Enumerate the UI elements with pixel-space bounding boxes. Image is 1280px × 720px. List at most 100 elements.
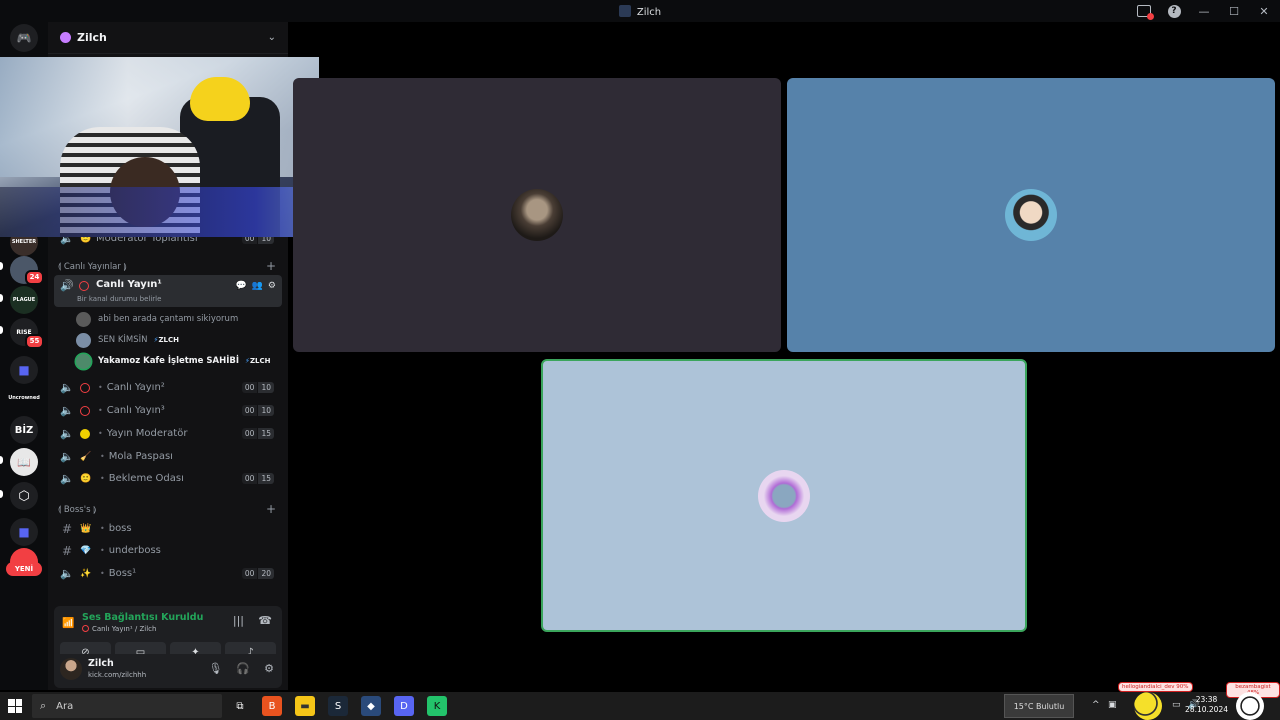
voice-channel[interactable]: 🔈 ✨ • Boss¹ 00 20	[54, 563, 282, 584]
speaker-icon: 🔈	[60, 381, 74, 394]
broom-icon: 🧹	[80, 451, 92, 462]
add-channel-icon[interactable]: +	[266, 259, 276, 273]
gear-icon[interactable]: ⚙	[264, 662, 274, 675]
voice-user-name: Yakamoz Kafe İşletme SAHİBİ	[98, 356, 240, 366]
tray-chevron-icon[interactable]: ^	[1092, 700, 1100, 710]
ball-icon	[1236, 692, 1264, 720]
app-window: Zilch ? — ☐ ✕ 🎮 SHELTER 24 PLAGUE RISE 5…	[0, 0, 1280, 720]
voice-status-subtitle[interactable]: Canlı Yayın¹ / Zilch	[82, 625, 156, 633]
app-icon[interactable]: ◆	[361, 696, 381, 716]
search-icon: ⌕	[40, 699, 47, 712]
server-header[interactable]: Zilch ⌄	[48, 22, 288, 54]
discord-icon[interactable]: D	[394, 696, 414, 716]
help-icon[interactable]: ?	[1166, 3, 1182, 19]
server-book[interactable]: 📖	[10, 448, 38, 476]
network-icon[interactable]: ▭	[1172, 700, 1181, 710]
chevron-down-icon[interactable]: ⌄	[268, 32, 276, 43]
tray-app-icon[interactable]: ▣	[1108, 700, 1117, 710]
start-button[interactable]	[8, 699, 22, 713]
sparkles-icon: ✨	[80, 568, 92, 579]
live-ring-icon	[80, 405, 90, 416]
minimize-button[interactable]: —	[1196, 3, 1212, 19]
voice-channel[interactable]: 🔈 • Canlı Yayın³ 00 10	[54, 400, 282, 421]
voice-channel[interactable]: 🔈 • Yayın Moderatör 00 15	[54, 423, 282, 444]
yellow-circle-icon	[80, 428, 90, 439]
user-limit: 00 20	[241, 568, 274, 579]
live-ring-icon	[80, 382, 90, 393]
server-uncrowned[interactable]: Uncrowned	[8, 384, 40, 412]
unread-pill	[0, 456, 3, 464]
participant-avatar	[1005, 189, 1057, 241]
channel-name: boss	[108, 523, 132, 534]
server-plague[interactable]: PLAGUE	[10, 286, 38, 314]
crown-icon: 👑	[80, 523, 92, 534]
steam-icon[interactable]: S	[328, 696, 348, 716]
title-bar: Zilch ? — ☐ ✕	[0, 0, 1280, 22]
category-boss[interactable]: ⟬ Boss's ⟭	[58, 505, 96, 515]
server-hex-icon[interactable]: ⬡	[10, 482, 38, 510]
server-biz[interactable]: BİZ	[10, 416, 38, 444]
participant-avatar	[758, 469, 810, 522]
windows-taskbar: ⌕ Ara ⧉ B ▬ S ◆ D K 15°C Bulutlu hellogia…	[0, 682, 1280, 720]
disconnect-icon[interactable]: ☎	[258, 614, 272, 627]
voice-channel[interactable]: 🔈 • Canlı Yayın² 00 10	[54, 377, 282, 398]
weather-widget[interactable]: 15°C Bulutlu	[1004, 694, 1074, 718]
discord-home-icon[interactable]: 🎮	[10, 24, 38, 52]
speaker-icon: 🔊	[60, 279, 74, 292]
stream-badge: hellogiandialci_dev 90%	[1118, 682, 1193, 692]
gear-icon[interactable]: ⚙	[268, 281, 276, 291]
voice-user-name: SEN KİMSİN	[98, 335, 148, 345]
chat-icon[interactable]: 💬	[235, 281, 246, 291]
brave-icon[interactable]: B	[262, 696, 282, 716]
user-limit: 00 10	[241, 405, 274, 416]
new-badge: YENİ	[6, 562, 42, 576]
voice-channel[interactable]: 🔈 🙂 • Bekleme Odası 00 15	[54, 468, 282, 489]
task-view-icon[interactable]: ⧉	[230, 696, 250, 716]
voice-channel[interactable]: 🔈 🧹 • Mola Paspası	[54, 446, 282, 467]
voice-user-speaking[interactable]: Yakamoz Kafe İşletme SAHİBİ ⚡ZLCH	[76, 351, 270, 371]
text-channel[interactable]: # 👑 • boss	[54, 518, 282, 539]
taskbar-search[interactable]: ⌕ Ara	[32, 694, 222, 718]
user-status: kick.com/zilchhh	[88, 671, 147, 679]
window-title: Zilch	[0, 5, 1280, 18]
folder-icon[interactable]: ■	[10, 518, 38, 546]
participant-tile[interactable]	[787, 78, 1275, 352]
participant-tile[interactable]	[293, 78, 781, 352]
smile-icon: 🙂	[80, 473, 92, 484]
channel-name: underboss	[108, 545, 161, 556]
file-explorer-icon[interactable]: ▬	[295, 696, 315, 716]
add-member-icon[interactable]: 👥	[252, 281, 263, 291]
folder-icon[interactable]: ■	[10, 356, 38, 384]
user-avatar[interactable]	[60, 658, 82, 680]
text-channel[interactable]: # 💎 • underboss	[54, 540, 282, 561]
voice-user-name: abi ben arada çantamı sikiyorum	[98, 314, 239, 324]
voice-status-title[interactable]: Ses Bağlantısı Kuruldu	[82, 612, 203, 623]
live-ring-icon	[79, 281, 89, 291]
kick-icon[interactable]: K	[427, 696, 447, 716]
clock[interactable]: 23:38 28.10.2024	[1185, 695, 1228, 715]
signal-icon[interactable]: 📶	[62, 618, 74, 629]
active-voice-channel[interactable]: 🔊 Canlı Yayın¹ Bir kanal durumu belirle …	[54, 275, 282, 307]
server-tag: ⚡ZLCH	[153, 336, 179, 344]
webcam-overlay	[0, 57, 319, 237]
inbox-icon[interactable]	[1136, 3, 1154, 20]
channel-name: Yayın Moderatör	[106, 428, 188, 439]
maximize-button[interactable]: ☐	[1226, 3, 1242, 19]
close-button[interactable]: ✕	[1256, 3, 1272, 19]
channel-name: Canlı Yayın³	[106, 405, 165, 416]
participant-tile-speaking[interactable]	[541, 359, 1027, 632]
category-live[interactable]: ⟬ Canlı Yayınlar ⟭	[58, 262, 127, 272]
channel-name: Canlı Yayın¹	[96, 279, 162, 290]
add-channel-icon[interactable]: +	[266, 502, 276, 516]
hashtag-icon: #	[61, 543, 73, 558]
channel-status[interactable]: Bir kanal durumu belirle	[77, 295, 161, 303]
unread-pill	[0, 490, 3, 498]
app-icon	[618, 5, 631, 17]
unread-pill	[0, 294, 3, 302]
microphone-icon[interactable]: 🎙	[208, 662, 222, 675]
voice-user[interactable]: SEN KİMSİN ⚡ZLCH	[76, 330, 179, 350]
noise-suppression-icon[interactable]: |||	[233, 614, 244, 627]
server-name: Zilch	[77, 31, 107, 44]
voice-user[interactable]: abi ben arada çantamı sikiyorum	[76, 309, 238, 329]
headphones-icon[interactable]: 🎧	[236, 662, 250, 675]
